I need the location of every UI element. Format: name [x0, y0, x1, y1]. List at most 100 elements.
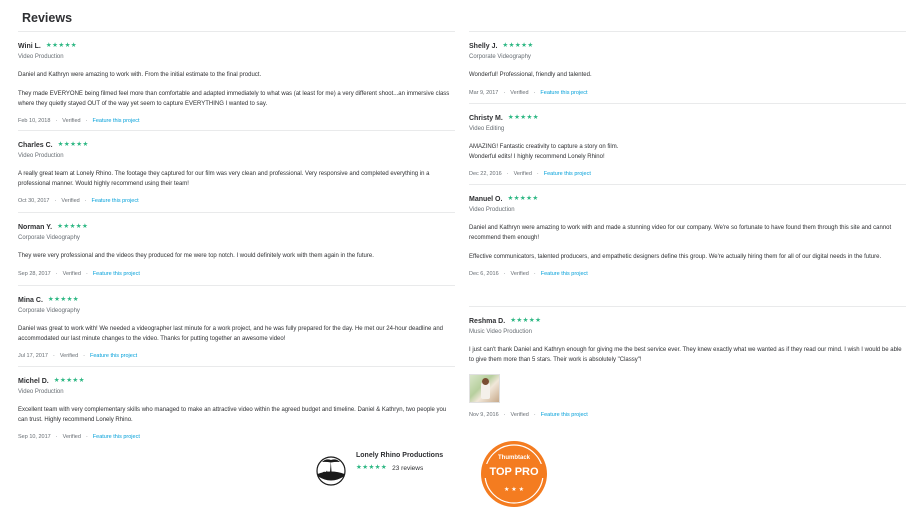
review-date: Dec 22, 2016 — [469, 171, 502, 177]
page-title: Reviews — [22, 11, 73, 25]
reviewer-name: Reshma D. — [469, 317, 506, 325]
separator: · — [52, 353, 55, 359]
verified-label: Verified — [513, 171, 532, 177]
separator: · — [84, 198, 87, 204]
review-paragraph: They made EVERYONE being filmed feel mor… — [18, 91, 450, 107]
review-date: Oct 30, 2017 — [18, 198, 50, 204]
review-meta: Feb 10, 2018 · Verified · Feature this proje… — [18, 118, 455, 124]
review-card: Reshma D. ★★★★★ Music Video Production I ju… — [469, 306, 906, 418]
reviewer-name: Shelly J. — [469, 42, 498, 50]
review-text: Excellent team with very complementary s… — [18, 406, 455, 425]
verified-label: Verified — [61, 198, 80, 204]
review-paragraph: Daniel and Kathryn were amazing to work … — [18, 72, 262, 78]
rating-stars-icon: ★★★★★ — [57, 222, 89, 230]
reviews-column-right: Shelly J. ★★★★★ Corporate Videography Wonde… — [469, 31, 906, 418]
review-date: Mar 9, 2017 — [469, 89, 499, 96]
review-meta: Dec 22, 2016 · Verified · Feature this proje… — [469, 171, 906, 177]
review-card: Michel D. ★★★★★ Video Production Excellent … — [18, 366, 455, 440]
separator: · — [503, 271, 506, 277]
reviewer-name: Manuel O. — [469, 195, 503, 203]
separator: · — [536, 171, 539, 177]
verified-label: Verified — [62, 270, 81, 277]
review-paragraph: Daniel and Kathryn were amazing to work … — [469, 225, 892, 241]
review-date: Nov 9, 2016 — [469, 412, 499, 418]
review-paragraph: Effective communicators, talented produc… — [469, 253, 882, 260]
reviewer-name: Charles C. — [18, 141, 53, 149]
separator: · — [533, 412, 536, 418]
review-card: Wini L. ★★★★★ Video Production Daniel and K… — [18, 31, 455, 130]
review-meta: Jul 17, 2017 · Verified · Feature this proje… — [18, 353, 455, 359]
verified-label: Verified — [62, 118, 81, 124]
reviewer-name: Michel D. — [18, 377, 49, 385]
service-type: Video Production — [18, 54, 64, 60]
feature-project-link[interactable]: Feature this project — [541, 271, 588, 277]
review-date: Sep 10, 2017 — [18, 434, 51, 440]
separator: · — [83, 353, 86, 359]
review-text: Daniel and Kathryn were amazing to work … — [469, 224, 906, 262]
feature-project-link[interactable]: Feature this project — [540, 90, 587, 96]
badge-brand: Thumbtack — [498, 455, 531, 461]
review-paragraph: I just can't thank Daniel and Kathryn en… — [469, 347, 902, 363]
review-meta: Oct 30, 2017 · Verified · Feature this proje… — [18, 198, 455, 204]
reviewer-name: Mina C. — [18, 296, 43, 304]
review-meta: Sep 28, 2017 · Verified · Feature this proje… — [18, 271, 455, 277]
feature-project-link[interactable]: Feature this project — [541, 412, 588, 418]
feature-project-link[interactable]: Feature this project — [93, 271, 140, 277]
verified-label: Verified — [62, 434, 81, 440]
review-paragraph: Wonderful! Professional, friendly and ta… — [469, 72, 592, 78]
service-type: Video Production — [18, 389, 64, 395]
separator: · — [506, 171, 509, 177]
separator: · — [533, 271, 536, 277]
review-paragraph: AMAZING! Fantastic creativity to capture… — [469, 144, 619, 160]
feature-project-link[interactable]: Feature this project — [93, 434, 140, 440]
review-date: Dec 6, 2016 — [469, 271, 499, 277]
review-meta: Nov 9, 2016 · Verified · Feature this projec… — [469, 412, 906, 418]
badge-stars-icon: ★ ★ ★ — [504, 486, 524, 493]
reviewer-name: Norman Y. — [18, 223, 53, 231]
review-text: AMAZING! Fantastic creativity to capture… — [469, 143, 906, 162]
verified-label: Verified — [510, 89, 529, 96]
review-text: Daniel was great to work with! We needed… — [18, 325, 455, 344]
feature-project-link[interactable]: Feature this project — [544, 171, 591, 177]
feature-project-link[interactable]: Feature this project — [92, 198, 139, 204]
rating-stars-icon: ★★★★★ — [45, 41, 78, 49]
review-meta: Dec 6, 2016 · Verified · Feature this projec… — [469, 271, 906, 277]
review-text: I just can't thank Daniel and Kathryn en… — [469, 346, 906, 365]
service-type: Corporate Videography — [18, 308, 80, 314]
review-paragraph: A really great team at Lonely Rhino. The… — [18, 171, 430, 187]
business-stars-icon: ★★★★★ — [356, 464, 388, 472]
rating-stars-icon: ★★★★★ — [47, 295, 80, 303]
review-photo-thumbnail[interactable] — [469, 374, 500, 403]
review-meta: Mar 9, 2017 · Verified · Feature this projec… — [469, 90, 906, 96]
rating-stars-icon: ★★★★★ — [510, 316, 542, 324]
separator: · — [54, 198, 57, 204]
review-paragraph: Excellent team with very complementary s… — [18, 407, 447, 423]
rating-stars-icon: ★★★★★ — [507, 194, 539, 202]
review-text: Daniel and Kathryn were amazing to work … — [18, 71, 455, 109]
service-type: Video Editing — [469, 126, 505, 132]
review-paragraph: They were very professional and the vide… — [18, 253, 374, 259]
review-text: They were very professional and the vide… — [18, 252, 455, 262]
separator: · — [55, 270, 58, 277]
verified-label: Verified — [510, 412, 529, 418]
separator: · — [55, 434, 58, 440]
separator: · — [55, 118, 58, 124]
review-card: Mina C. ★★★★★ Corporate Videography Daniel … — [18, 285, 455, 366]
rating-stars-icon: ★★★★★ — [507, 113, 539, 121]
separator: · — [85, 118, 88, 124]
review-text: Wonderful! Professional, friendly and ta… — [469, 71, 906, 81]
separator: · — [503, 412, 506, 418]
business-summary: Lonely Rhino Productions ★★★★★ 23 review… — [314, 452, 443, 486]
feature-project-link[interactable]: Feature this project — [90, 353, 137, 359]
top-pro-badge-icon: Thumbtack TOP PRO ★ ★ ★ — [481, 441, 547, 507]
review-date: Jul 17, 2017 — [18, 353, 48, 359]
rating-stars-icon: ★★★★★ — [57, 140, 89, 148]
review-meta: Sep 10, 2017 · Verified · Feature this proje… — [18, 434, 455, 440]
service-type: Video Production — [469, 207, 515, 213]
feature-project-link[interactable]: Feature this project — [92, 118, 139, 124]
reviewer-name: Wini L. — [18, 42, 41, 50]
review-date: Feb 10, 2018 — [18, 118, 51, 124]
separator: · — [85, 434, 88, 440]
reviewer-name: Christy M. — [469, 114, 503, 122]
business-name: Lonely Rhino Productions — [356, 452, 444, 459]
